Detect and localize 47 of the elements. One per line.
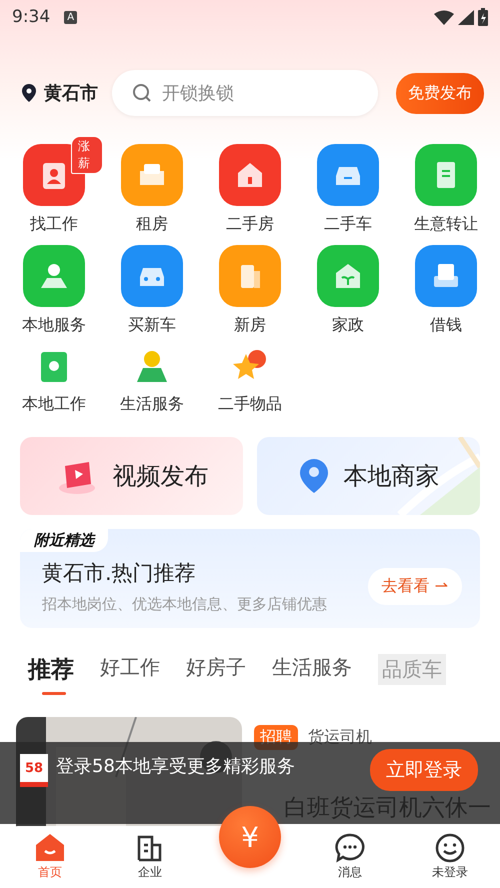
category-label[interactable]: 二手房 [226,214,274,235]
category-label[interactable]: 租房 [136,214,168,235]
job-category: 货运司机 [308,727,372,748]
nav-item[interactable]: 企业 [100,833,200,881]
home-icon [34,833,66,863]
category-label[interactable]: 生意转让 [414,214,478,235]
category-label[interactable]: 借钱 [430,315,462,336]
promo-card[interactable]: 本地商家 [257,437,480,515]
search-icon [132,83,152,103]
category-label[interactable]: 二手物品 [218,394,282,415]
nav-item[interactable]: 未登录 [400,833,500,881]
nearby-title: 黄石市.热门推荐 [42,560,197,587]
category-label[interactable]: 找工作 [30,214,78,235]
nearby-subtitle: 招本地岗位、优选本地信息、更多店铺优惠 [42,595,328,614]
raise-badge: 涨薪 [71,136,103,174]
category-label[interactable]: 本地服务 [22,315,86,336]
wifi-icon [434,10,454,24]
category-label[interactable]: 二手车 [324,214,372,235]
notification-icon: A [64,10,78,24]
nearby-tag: 附近精选 [20,529,108,552]
app-logo: 58 [20,754,48,787]
feed-tab[interactable]: 好房子 [186,654,246,691]
status-time: 9:34 [12,7,50,27]
feed-tab[interactable]: 好工作 [100,654,160,691]
promo-card[interactable]: 视频发布 [20,437,243,515]
nav-item[interactable]: 首页 [0,833,100,881]
category-label[interactable]: 新房 [234,315,266,336]
nav-item[interactable]: 消息 [300,833,400,881]
battery-icon [478,8,488,26]
location-pin-icon[interactable] [22,84,36,102]
login-prompt: 登录58本地享受更多精彩服务 [56,755,296,778]
chat-icon [335,833,365,863]
category-label[interactable]: 生活服务 [120,394,184,415]
category-label[interactable]: 家政 [332,315,364,336]
promo-label: 本地商家 [344,461,440,492]
location-pin-icon [298,457,330,495]
go-see-button[interactable]: 去看看 ⇀ [368,568,462,605]
feed-tab[interactable]: 生活服务 [272,654,352,691]
smiley-icon [435,833,465,863]
search-field[interactable]: 开锁换锁 [112,70,378,116]
promo-label: 视频发布 [112,461,208,492]
category-label[interactable]: 本地工作 [22,394,86,415]
category-label[interactable]: 买新车 [128,315,176,336]
city-selector[interactable]: 黄石市 [44,81,98,105]
signal-icon [458,10,474,24]
feed-tab[interactable]: 推荐 [28,654,74,695]
nearby-card[interactable]: 附近精选 黄石市.热门推荐 招本地岗位、优选本地信息、更多店铺优惠 去看看 ⇀ [20,529,480,628]
